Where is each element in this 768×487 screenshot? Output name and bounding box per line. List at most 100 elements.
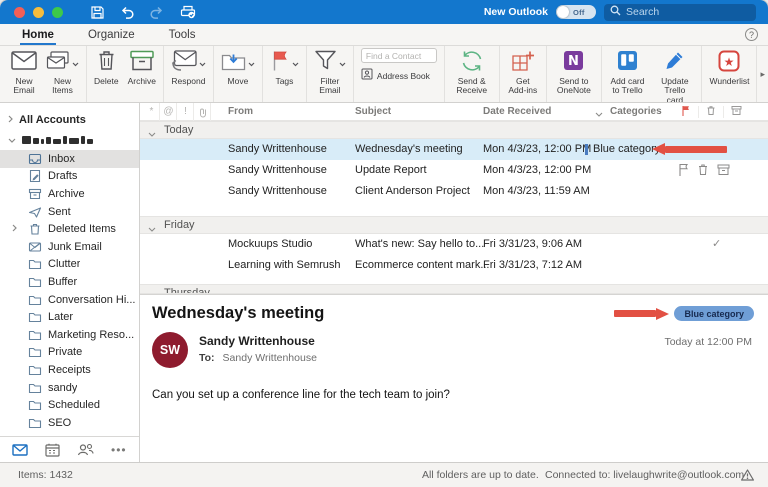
column-header-subject[interactable]: Subject [355,103,391,121]
people-module-icon[interactable] [77,443,94,456]
sidebar-item-marketing-resources[interactable]: Marketing Reso... [0,326,139,344]
message-row-wednesdays-meeting[interactable]: Sandy Writtenhouse Wednesday's meeting M… [140,139,768,160]
sidebar-item-deleted-items[interactable]: Deleted Items [0,220,139,238]
column-header-from[interactable]: From [228,103,253,121]
message-row-learning-with-semrush[interactable]: Learning with Semrush Ecommerce content … [140,255,768,276]
tags-button[interactable]: Tags [270,51,299,86]
new-outlook-toggle[interactable]: Off [556,5,596,19]
sidebar-item-junk-email[interactable]: Junk Email [0,238,139,256]
zoom-button[interactable] [52,7,63,18]
column-header-categories[interactable]: Categories [610,103,662,121]
message-subject: Update Report [355,160,427,181]
sidebar-item-label: Later [48,311,73,323]
sidebar-item-buffer[interactable]: Buffer [0,273,139,291]
add-card-trello-button[interactable]: Add card to Trello [609,51,647,96]
message-date: Fri 3/31/23, 9:06 AM [483,234,582,255]
sidebar-item-label: Junk Email [48,241,102,253]
category-badge[interactable]: Blue category [674,306,754,321]
sync-status-icon[interactable] [180,5,196,19]
group-header-thursday[interactable]: Thursday [140,284,768,294]
sidebar-item-seo[interactable]: SEO [0,414,139,432]
ribbon-group-new: New Email New Items [4,46,87,102]
message-row-mockuups-studio[interactable]: Mockuups Studio What's new: Say hello to… [140,234,768,255]
filter-email-label: Filter Email [314,77,346,96]
sidebar-item-scheduled[interactable]: Scheduled [0,396,139,414]
search-box[interactable] [604,4,756,21]
sidebar-item-sent[interactable]: Sent [0,203,139,221]
sidebar-item-inbox[interactable]: Inbox [0,150,139,168]
items-count: Items: 1432 [18,463,73,487]
sidebar-item-drafts[interactable]: Drafts [0,168,139,186]
minimize-button[interactable] [33,7,44,18]
archive-icon[interactable] [731,105,742,119]
message-row-client-anderson-project[interactable]: Sandy Writtenhouse Client Anderson Proje… [140,181,768,202]
new-items-button[interactable]: New Items [46,51,79,96]
sort-chevron-icon[interactable] [595,109,603,120]
sidebar-item-sandy[interactable]: sandy [0,379,139,397]
account-name-row[interactable] [0,130,139,150]
more-modules-icon[interactable]: ••• [111,443,127,457]
send-to-onenote-button[interactable]: N Send to OneNote [554,51,594,96]
send-receive-button[interactable]: Send & Receive [452,51,492,96]
ribbon-overflow-button[interactable]: ▸ [757,46,768,102]
trash-icon[interactable] [706,105,716,119]
tab-tools[interactable]: Tools [169,26,196,44]
mail-module-icon[interactable] [12,444,28,456]
address-book-button[interactable]: Address Book [361,67,430,85]
calendar-module-icon[interactable] [45,443,60,457]
move-button[interactable]: Move [221,51,255,86]
new-email-button[interactable]: New Email [11,51,37,96]
sidebar-item-conversation-history[interactable]: Conversation Hi... [0,291,139,309]
move-label: Move [228,77,249,86]
help-icon[interactable]: ? [745,28,758,41]
find-contact-input[interactable] [361,48,437,63]
sidebar-item-private[interactable]: Private [0,344,139,362]
importance-column-header[interactable]: ! [178,103,194,121]
close-button[interactable] [14,7,25,18]
wunderlist-button[interactable]: ★ Wunderlist [709,51,749,86]
message-row-update-report[interactable]: Sandy Writtenhouse Update Report Mon 4/3… [140,160,768,181]
sidebar-item-label: Inbox [48,153,75,165]
mention-column-header[interactable]: @ [161,103,177,121]
group-label: Today [164,122,193,139]
flag-status-column-header[interactable]: * [144,103,160,121]
update-trello-card-button[interactable]: Update Trello card [655,51,694,103]
send-receive-icon [460,50,484,77]
all-accounts-label: All Accounts [19,114,86,126]
folder-icon [28,363,42,377]
group-header-today[interactable]: Today [140,121,768,139]
flag-icon[interactable] [681,105,691,119]
column-header-date-received[interactable]: Date Received [483,103,551,121]
quick-access-toolbar [91,5,196,19]
sidebar-item-receipts[interactable]: Receipts [0,361,139,379]
search-input[interactable] [626,6,761,18]
get-addins-button[interactable]: Get Add-ins [507,51,540,96]
tab-home[interactable]: Home [22,26,54,44]
respond-button[interactable]: Respond [171,51,206,86]
save-icon[interactable] [91,6,104,19]
sidebar-item-clutter[interactable]: Clutter [0,256,139,274]
archive-icon[interactable] [717,163,730,176]
junk-mail-icon [28,240,42,254]
sidebar-item-redacted[interactable] [0,432,139,437]
archive-icon [28,187,42,201]
filter-email-button[interactable]: Filter Email [314,51,346,96]
all-accounts-header[interactable]: All Accounts [0,110,139,130]
flag-icon[interactable] [678,163,689,176]
sidebar-item-archive[interactable]: Archive [0,185,139,203]
sender-name[interactable]: Sandy Writtenhouse [199,334,317,348]
warning-icon[interactable] [741,469,754,484]
ribbon-group-wunderlist: ★ Wunderlist [702,46,757,102]
ribbon-group-respond: Respond [164,46,214,102]
attachment-column-header[interactable] [195,103,211,121]
sidebar-item-later[interactable]: Later [0,308,139,326]
tab-organize[interactable]: Organize [88,26,135,44]
undo-icon[interactable] [120,6,134,19]
to-recipient[interactable]: Sandy Writtenhouse [223,352,317,364]
redo-icon[interactable] [150,6,164,19]
archive-button[interactable]: Archive [128,51,156,86]
delete-button[interactable]: Delete [94,51,119,86]
chevron-right-icon[interactable] [12,224,17,232]
trash-icon[interactable] [697,163,709,176]
group-header-friday[interactable]: Friday [140,216,768,234]
